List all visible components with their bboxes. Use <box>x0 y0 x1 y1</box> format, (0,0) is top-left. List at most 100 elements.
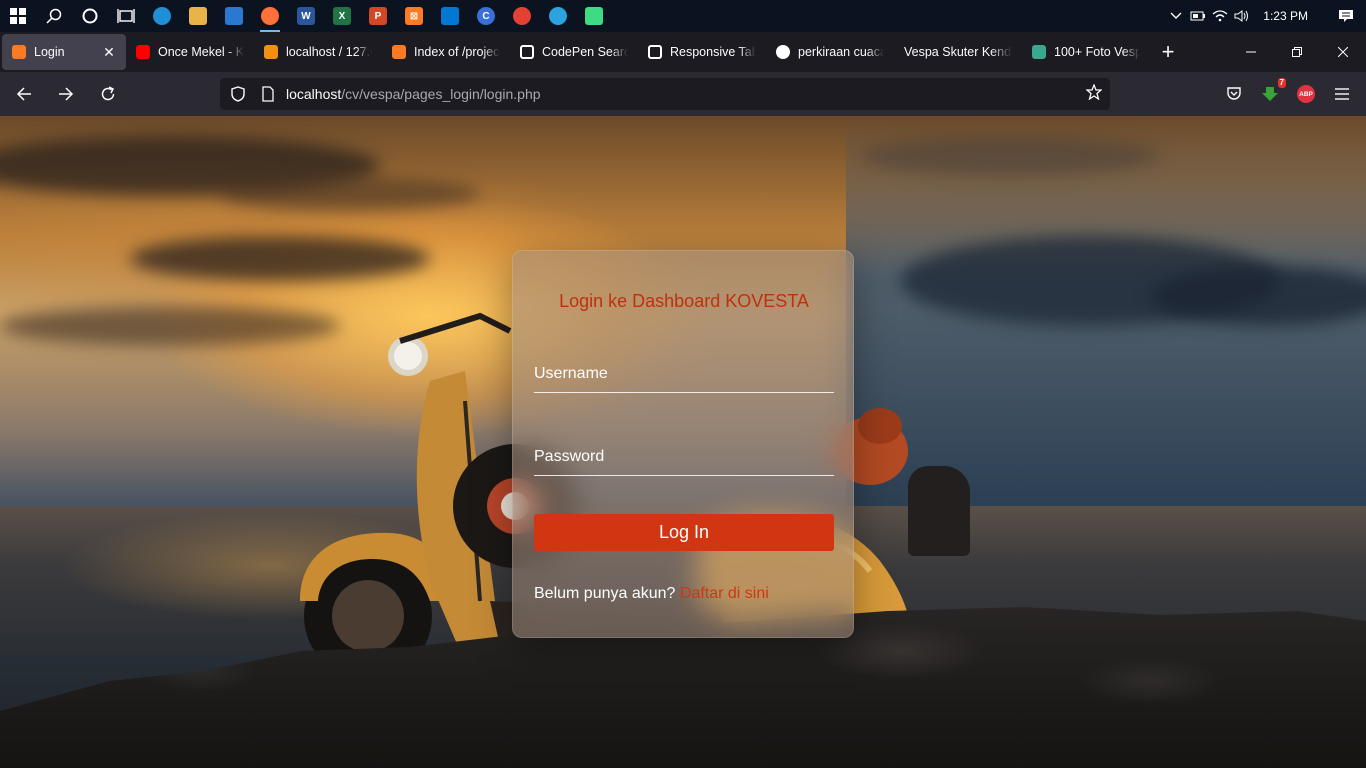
page-info-icon[interactable] <box>256 78 280 110</box>
tab-title: Index of /projec <box>414 45 500 59</box>
browser-navbar: localhost/cv/vespa/pages_login/login.php… <box>0 72 1366 116</box>
chrome-icon <box>513 7 531 25</box>
taskbar-app-chrome[interactable] <box>504 0 540 32</box>
browser-tab[interactable]: Index of /projec <box>382 34 510 70</box>
excel-icon: X <box>333 7 351 25</box>
taskbar-app-telegram[interactable] <box>540 0 576 32</box>
cortana-button[interactable] <box>72 0 108 32</box>
start-button[interactable] <box>0 0 36 32</box>
cloud-decoration <box>860 136 1160 176</box>
tracking-protection-shield-icon[interactable] <box>226 78 250 110</box>
browser-tab[interactable]: Responsive Tabl <box>638 34 766 70</box>
login-title: Login ke Dashboard KOVESTA <box>559 291 809 311</box>
back-button[interactable] <box>6 76 42 112</box>
tab-title: Responsive Tabl <box>670 45 756 59</box>
tab-title: Vespa Skuter Kenda <box>904 45 1012 59</box>
signup-text: Belum punya akun? <box>534 585 676 602</box>
reload-icon <box>101 86 115 101</box>
youtube-favicon-icon <box>136 45 150 59</box>
edge-icon <box>153 7 171 25</box>
forward-button[interactable] <box>48 76 84 112</box>
task-view-button[interactable] <box>108 0 144 32</box>
chevron-up-icon[interactable] <box>1165 0 1187 32</box>
tab-title: CodePen Search <box>542 45 628 59</box>
telegram-icon <box>549 7 567 25</box>
browser-tab[interactable]: 100+ Foto Vespa <box>1022 34 1150 70</box>
taskbar-app-powerpoint[interactable]: P <box>360 0 396 32</box>
restore-button[interactable] <box>1274 32 1320 72</box>
browser-tab[interactable]: Login ✕ <box>2 34 126 70</box>
browser-tab[interactable]: CodePen Search <box>510 34 638 70</box>
taskbar-app-edge[interactable] <box>144 0 180 32</box>
login-card: Login ke Dashboard KOVESTA Log In Belum … <box>512 250 854 638</box>
xampp-favicon-icon <box>12 45 26 59</box>
mail-icon <box>225 7 243 25</box>
android-icon <box>585 7 603 25</box>
firefox-icon <box>261 7 279 25</box>
browser-tab[interactable]: Once Mekel - K <box>126 34 254 70</box>
action-center-button[interactable] <box>1326 0 1366 32</box>
close-icon <box>1338 47 1348 57</box>
wifi-icon[interactable] <box>1209 0 1231 32</box>
taskbar-clock[interactable]: 1:23 PM <box>1253 9 1326 23</box>
taskbar-app-android[interactable] <box>576 0 612 32</box>
download-badge: 7 <box>1277 78 1286 88</box>
new-tab-button[interactable]: + <box>1150 34 1186 70</box>
taskbar-app-cortana-like[interactable]: C <box>468 0 504 32</box>
cortana-ring-icon <box>82 8 98 24</box>
google-favicon-icon <box>776 45 790 59</box>
username-input[interactable] <box>534 355 834 393</box>
taskbar-app-vscode[interactable] <box>432 0 468 32</box>
bookmark-star-icon[interactable] <box>1085 82 1103 105</box>
word-icon: W <box>297 7 315 25</box>
tab-title: Once Mekel - K <box>158 45 244 59</box>
url-text[interactable]: localhost/cv/vespa/pages_login/login.php <box>286 86 541 102</box>
search-icon <box>46 8 62 24</box>
taskbar-app-file-explorer[interactable] <box>180 0 216 32</box>
taskbar-app-excel[interactable]: X <box>324 0 360 32</box>
login-button[interactable]: Log In <box>534 514 834 551</box>
taskbar-app-firefox[interactable] <box>252 0 288 32</box>
system-tray: 1:23 PM <box>1165 0 1366 32</box>
restore-icon <box>1292 47 1302 57</box>
cortana-like-icon: C <box>477 7 495 25</box>
vscode-icon <box>441 7 459 25</box>
browser-tab[interactable]: localhost / 127.0 <box>254 34 382 70</box>
download-extension-button[interactable]: 7 <box>1256 78 1286 108</box>
battery-icon[interactable] <box>1187 0 1209 32</box>
minimize-button[interactable] <box>1228 32 1274 72</box>
arrow-right-icon <box>59 87 74 101</box>
codepen-favicon-icon <box>520 45 534 59</box>
phpmyadmin-favicon-icon <box>264 45 278 59</box>
browser-tab-strip: Login ✕ Once Mekel - K localhost / 127.0 Ind… <box>0 32 1366 72</box>
adblock-plus-button[interactable]: ABP <box>1292 80 1320 108</box>
close-window-button[interactable] <box>1320 32 1366 72</box>
taskbar-app-mail[interactable] <box>216 0 252 32</box>
cloud-decoration <box>220 176 480 211</box>
taskbar-app-xampp[interactable]: ⊠ <box>396 0 432 32</box>
password-input[interactable] <box>534 438 834 476</box>
volume-icon[interactable] <box>1231 0 1253 32</box>
signup-link[interactable]: Daftar di sini <box>680 585 769 602</box>
taskbar-app-word[interactable]: W <box>288 0 324 32</box>
reload-button[interactable] <box>90 76 126 112</box>
minimize-icon <box>1246 51 1256 53</box>
xampp-favicon-icon <box>392 45 406 59</box>
browser-tab[interactable]: perkiraan cuaca <box>766 34 894 70</box>
address-bar[interactable]: localhost/cv/vespa/pages_login/login.php <box>220 78 1110 110</box>
close-tab-icon[interactable]: ✕ <box>102 44 116 61</box>
adblock-plus-icon: ABP <box>1297 85 1315 103</box>
pocket-button[interactable] <box>1220 80 1248 108</box>
windows-taskbar: W X P ⊠ C 1:23 PM <box>0 0 1366 32</box>
notification-icon <box>1339 10 1353 22</box>
tab-title: localhost / 127.0 <box>286 45 372 59</box>
file-explorer-icon <box>189 7 207 25</box>
pocket-icon <box>1227 87 1241 100</box>
tab-title: 100+ Foto Vespa <box>1054 45 1140 59</box>
windows-logo-icon <box>10 8 26 24</box>
url-path: /cv/vespa/pages_login/login.php <box>341 86 541 102</box>
powerpoint-icon: P <box>369 7 387 25</box>
taskbar-search-button[interactable] <box>36 0 72 32</box>
browser-tab[interactable]: Vespa Skuter Kenda <box>894 34 1022 70</box>
app-menu-button[interactable] <box>1328 80 1356 108</box>
